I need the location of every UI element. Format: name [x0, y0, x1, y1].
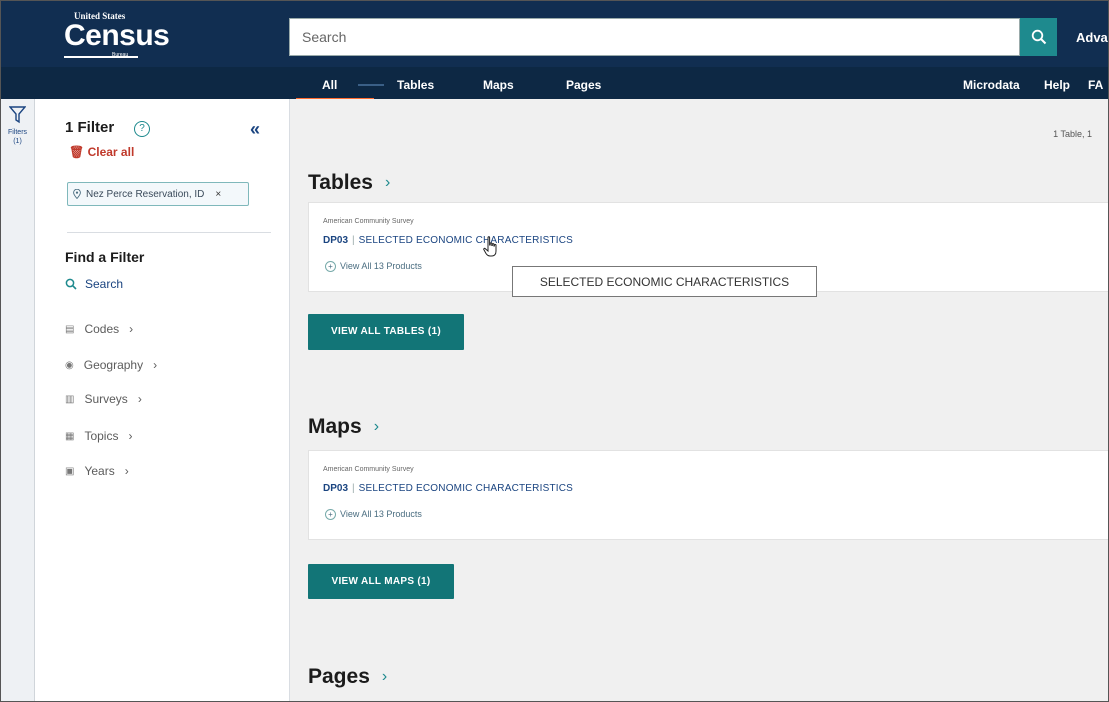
codes-icon: ▤ [65, 323, 75, 335]
chip-label: Nez Perce Reservation, ID [86, 188, 205, 200]
tables-heading-label: Tables [308, 171, 373, 194]
results-count: 1 Table, 1 [1053, 129, 1092, 139]
filter-count-title: 1 Filter [65, 119, 115, 136]
rail-count: (1) [13, 138, 22, 145]
view-all-products-link[interactable]: + View All 13 Products [325, 261, 422, 272]
search-icon [1031, 29, 1046, 45]
map-code-link[interactable]: DP03 [323, 483, 348, 494]
pages-section-heading[interactable]: Pages › [308, 665, 387, 689]
remove-filter-icon[interactable]: × [215, 189, 221, 200]
title-tooltip: SELECTED ECONOMIC CHARACTERISTICS [512, 266, 817, 297]
tab-tables[interactable]: Tables [397, 78, 434, 92]
facet-surveys-label: Surveys [84, 392, 128, 406]
panel-divider [67, 232, 271, 233]
find-filter-title: Find a Filter [65, 249, 145, 265]
advanced-search-link[interactable]: Adva [1076, 30, 1108, 45]
result-title: DP03 | SELECTED ECONOMIC CHARACTERISTICS [323, 235, 573, 246]
topics-grid-icon: ▦ [65, 430, 75, 442]
view-all-products-label: View All 13 Products [340, 509, 422, 519]
chevron-right-icon: › [128, 429, 133, 443]
facet-years-label: Years [84, 464, 115, 478]
tab-separator [358, 84, 384, 86]
result-title: DP03 | SELECTED ECONOMIC CHARACTERISTICS [323, 483, 573, 494]
search-icon [65, 278, 77, 290]
facet-geography-label: Geography [83, 358, 144, 372]
chevron-right-icon: › [129, 322, 134, 336]
help-link[interactable]: Help [1044, 78, 1070, 92]
site-header: United States Census Bureau Adva [1, 1, 1108, 67]
clear-all-button[interactable]: 🗑 Clear all [69, 145, 134, 159]
search-input[interactable] [290, 19, 1019, 55]
plus-circle-icon: + [325, 509, 336, 520]
clear-all-label: Clear all [87, 145, 135, 159]
maps-heading-label: Maps [308, 415, 362, 438]
facet-codes-label: Codes [84, 322, 120, 336]
facet-topics-label: Topics [84, 429, 119, 443]
search-button[interactable] [1020, 18, 1057, 56]
collapse-panel-icon[interactable]: « [250, 119, 260, 140]
facet-surveys[interactable]: ▥ Surveys › [65, 392, 142, 406]
tables-section-heading[interactable]: Tables › [308, 171, 390, 195]
find-filter-search[interactable]: Search [65, 277, 123, 291]
chevron-right-icon: › [384, 174, 391, 191]
calendar-icon: ▣ [65, 465, 75, 477]
survey-name: American Community Survey [323, 466, 414, 473]
view-all-tables-button[interactable]: VIEW ALL TABLES (1) [308, 314, 464, 350]
microdata-link[interactable]: Microdata [963, 78, 1020, 92]
map-name-link[interactable]: SELECTED ECONOMIC CHARACTERISTICS [359, 483, 573, 494]
active-filter-chip[interactable]: Nez Perce Reservation, ID × [67, 182, 249, 206]
view-all-products-label: View All 13 Products [340, 261, 422, 271]
location-pin-icon [73, 189, 81, 199]
view-all-maps-button[interactable]: VIEW ALL MAPS (1) [308, 564, 454, 599]
tab-maps[interactable]: Maps [483, 78, 514, 92]
chevron-right-icon: › [373, 418, 380, 435]
view-all-products-link[interactable]: + View All 13 Products [325, 509, 422, 520]
results-area[interactable]: 1 Table, 1 Tables › American Community S… [290, 99, 1108, 701]
trash-icon: 🗑 [69, 145, 85, 159]
results-nav: All Tables Maps Pages Microdata Help FA [1, 67, 1108, 101]
find-filter-search-label: Search [85, 277, 124, 291]
map-result-card: American Community Survey DP03 | SELECTED … [308, 450, 1108, 540]
chevron-right-icon: › [124, 464, 129, 478]
logo-wordmark: Census [64, 19, 170, 52]
filter-rail[interactable]: Filters (1) [1, 99, 35, 701]
chevron-right-icon: › [381, 668, 388, 685]
location-pin-icon: ◉ [65, 359, 74, 371]
chevron-right-icon: › [137, 392, 142, 406]
rail-label: Filters (1) [1, 128, 34, 146]
survey-name: American Community Survey [323, 218, 414, 225]
search-field[interactable] [289, 18, 1020, 56]
facet-geography[interactable]: ◉ Geography › [65, 358, 157, 372]
rail-label-text: Filters [7, 129, 28, 136]
pages-heading-label: Pages [308, 665, 370, 688]
maps-section-heading[interactable]: Maps › [308, 415, 379, 439]
filter-panel: 1 Filter ? « 🗑 Clear all Nez Perce Reser… [35, 99, 290, 701]
title-separator: | [352, 235, 355, 246]
plus-circle-icon: + [325, 261, 336, 272]
chevron-right-icon: › [153, 358, 158, 372]
table-name-link[interactable]: SELECTED ECONOMIC CHARACTERISTICS [359, 235, 573, 246]
help-icon[interactable]: ? [134, 121, 150, 137]
faq-link[interactable]: FA [1088, 78, 1103, 92]
logo-bottom-text: Bureau [112, 52, 129, 58]
hand-cursor-icon [483, 236, 497, 257]
browser-frame: United States Census Bureau Adva All Tab… [0, 0, 1109, 702]
tab-pages[interactable]: Pages [566, 78, 601, 92]
funnel-icon [9, 106, 26, 124]
facet-codes[interactable]: ▤ Codes › [65, 322, 133, 336]
title-separator: | [352, 483, 355, 494]
facet-years[interactable]: ▣ Years › [65, 464, 129, 478]
table-code-link[interactable]: DP03 [323, 235, 348, 246]
tab-all[interactable]: All [295, 78, 376, 101]
facet-topics[interactable]: ▦ Topics › [65, 429, 132, 443]
survey-doc-icon: ▥ [65, 393, 75, 405]
